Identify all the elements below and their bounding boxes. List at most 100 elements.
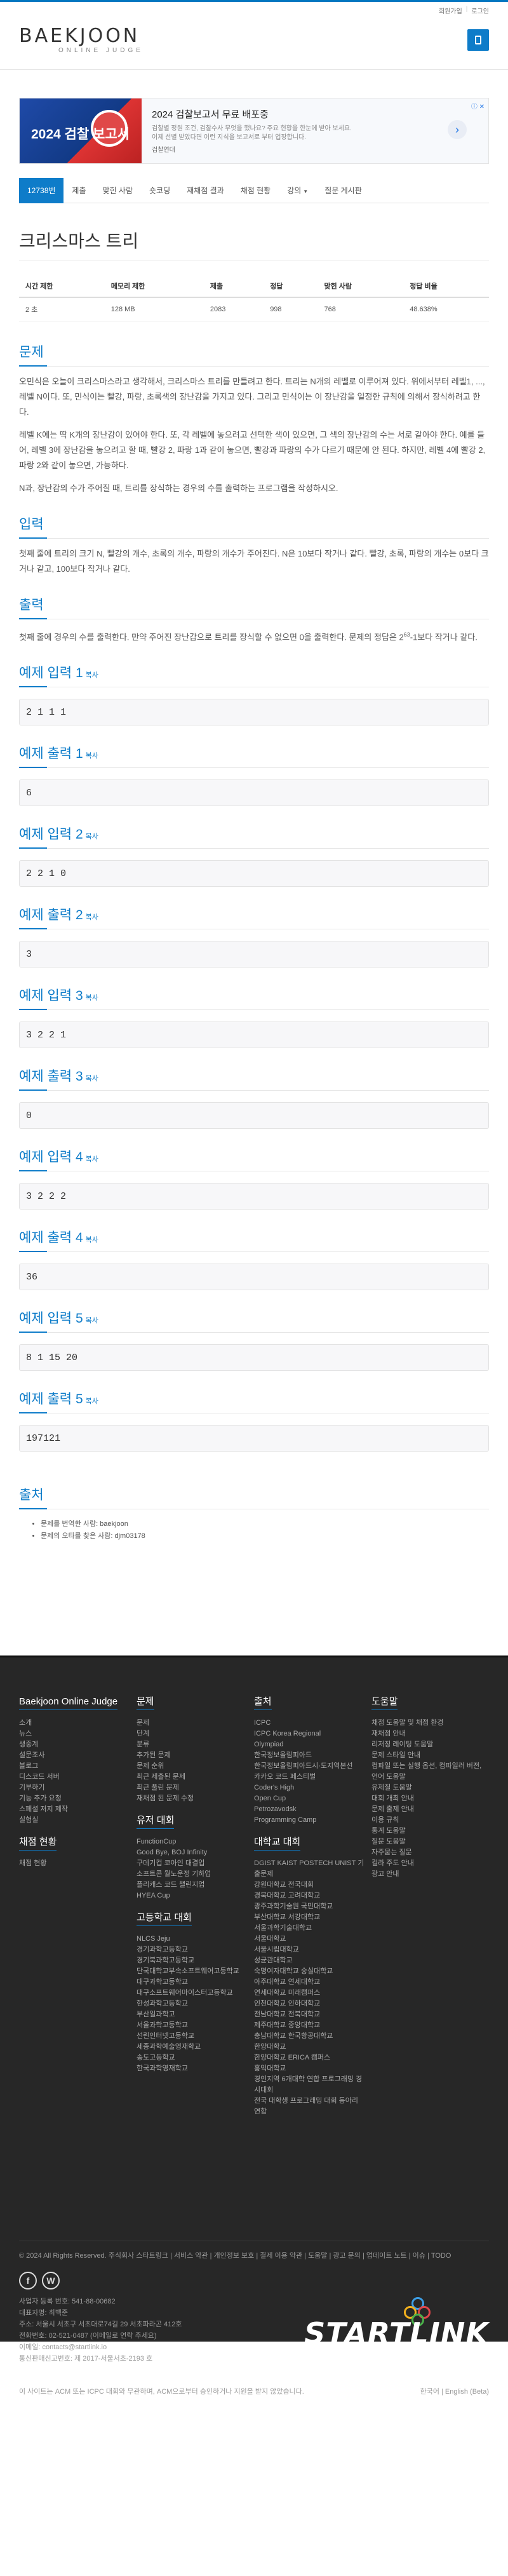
footer-link[interactable]: Coder's High [254,1783,365,1793]
footer-link[interactable]: 세종과학예술영재학교 [137,2042,248,2053]
ad-close-icon[interactable]: ⓘ ✕ [471,101,485,111]
example-output-code[interactable]: 3 [19,941,489,968]
tab-submit[interactable]: 제출 [64,178,94,203]
footer-link[interactable]: 아주대학교 연세대학교 [254,1977,365,1988]
copy-button[interactable]: 복사 [86,1156,98,1163]
footer-link[interactable]: 경북대학교 고려대학교 [254,1891,365,1901]
copy-button[interactable]: 복사 [86,914,98,921]
footer-link[interactable]: 자주묻는 질문 [371,1847,483,1858]
footer-link[interactable]: 서울시립대학교 [254,1945,365,1955]
advertisement-banner[interactable]: 2024 검찰 보고서 2024 검찰보고서 무료 배포중 검찰별 정원 조건,… [19,98,489,164]
copy-button[interactable]: 복사 [86,833,98,840]
tab-question-board[interactable]: 질문 게시판 [316,178,370,203]
footer-link[interactable]: ICPC Korea Regional [254,1729,365,1739]
footer-link[interactable]: 통계 도움말 [371,1826,483,1837]
tab-lecture[interactable]: 강의 ▼ [279,178,316,203]
footer-link[interactable]: 부산일과학고 [137,2009,248,2020]
footer-link[interactable]: 기능 추가 요청 [19,1793,130,1804]
footer-link[interactable]: 단계 [137,1729,248,1739]
tab-solvers[interactable]: 맞힌 사람 [95,178,142,203]
footer-link[interactable]: 성균관대학교 [254,1955,365,1966]
example-input-code[interactable]: 3 2 2 2 [19,1183,489,1210]
footer-link[interactable]: 재채점 된 문제 수정 [137,1793,248,1804]
footer-link[interactable]: 추가된 문제 [137,1750,248,1761]
footer-link[interactable]: 재채점 안내 [371,1729,483,1739]
footer-link[interactable]: 플리캐스 코드 챌린지업 [137,1880,248,1891]
footer-link[interactable]: 대구소프트웨어마이스터고등학교 [137,1988,248,1999]
footer-link[interactable]: 광고 안내 [371,1869,483,1880]
footer-link[interactable]: 채점 현황 [19,1858,130,1869]
tab-status[interactable]: 채점 현황 [232,178,279,203]
footer-link[interactable]: Open Cup [254,1793,365,1804]
footer-link[interactable]: ICPC [254,1718,365,1729]
footer-link[interactable]: 경기과학고등학교 [137,1945,248,1955]
copy-button[interactable]: 복사 [86,994,98,1002]
facebook-icon[interactable]: f [19,2272,37,2290]
footer-link[interactable]: 송도고등학교 [137,2053,248,2063]
footer-link[interactable]: 유제질 도움말 [371,1783,483,1793]
footer-link[interactable]: 최근 풀린 문제 [137,1783,248,1793]
example-output-code[interactable]: 6 [19,779,489,807]
footer-link[interactable]: 서울대학교 [254,1934,365,1945]
example-output-code[interactable]: 0 [19,1102,489,1130]
footer-link[interactable]: 스페셜 저지 제작 [19,1804,130,1815]
ad-arrow-icon[interactable]: › [448,120,467,139]
copy-button[interactable]: 복사 [86,1075,98,1082]
footer-link[interactable]: 리저징 레이팅 도움말 [371,1739,483,1750]
footer-link[interactable]: 한국정보올림피아드 [254,1750,365,1761]
language-switch[interactable]: 한국어 | English (Beta) [420,2386,489,2397]
footer-link[interactable]: 경인지역 6개대학 연합 프로그래밍 경시대회 [254,2074,365,2096]
footer-link[interactable]: 문제 순위 [137,1761,248,1772]
footer-link[interactable]: 채점 도움말 및 채점 환경 [371,1718,483,1729]
copy-button[interactable]: 복사 [86,1236,98,1244]
footer-link[interactable]: Olympiad [254,1739,365,1750]
site-logo[interactable]: BAEKJOON ONLINE JUDGE [19,26,144,55]
footer-link[interactable]: 문제 출제 안내 [371,1804,483,1815]
footer-link[interactable]: Good Bye, BOJ Infinity [137,1847,248,1858]
footer-link[interactable]: 강원대학교 전국대회 [254,1880,365,1891]
example-output-code[interactable]: 36 [19,1264,489,1291]
footer-link[interactable]: 전국 대학생 프로그래밍 대회 동아리 연합 [254,2096,365,2117]
copy-button[interactable]: 복사 [86,752,98,760]
example-input-code[interactable]: 2 2 1 0 [19,860,489,887]
footer-link[interactable]: 디스코드 서버 [19,1772,130,1783]
footer-link[interactable]: Petrozavodsk [254,1804,365,1815]
footer-link[interactable]: 단국대학교부속소프트웨어고등학교 [137,1966,248,1977]
footer-link[interactable]: 숙명여자대학교 숭실대학교 [254,1966,365,1977]
footer-link[interactable]: 선린인터넷고등학교 [137,2031,248,2042]
footer-link[interactable]: 블로그 [19,1761,130,1772]
footer-link[interactable]: 전남대학교 전북대학교 [254,2009,365,2020]
footer-link[interactable]: 소개 [19,1718,130,1729]
copy-button[interactable]: 복사 [86,1317,98,1325]
example-input-code[interactable]: 3 2 2 1 [19,1022,489,1049]
footer-link[interactable]: 최근 제출된 문제 [137,1772,248,1783]
copy-button[interactable]: 복사 [86,1398,98,1405]
footer-link[interactable]: 기부하기 [19,1783,130,1793]
footer-link[interactable]: 이용 규칙 [371,1815,483,1826]
footer-link[interactable]: 카카오 코드 페스티벌 [254,1772,365,1783]
footer-link[interactable]: 서울과학고등학교 [137,2020,248,2031]
footer-link[interactable]: 한양대학교 [254,2042,365,2053]
startlink-logo[interactable]: STARTLINK [304,2319,489,2348]
footer-link[interactable]: 대회 개최 안내 [371,1793,483,1804]
footer-link[interactable]: HYEA Cup [137,1891,248,1901]
footer-link[interactable]: 한성과학고등학교 [137,1999,248,2009]
footer-link[interactable]: NLCS Jeju [137,1934,248,1945]
footer-link[interactable]: 대구과학고등학교 [137,1977,248,1988]
source-item[interactable]: 문제를 번역한 사람: baekjoon [41,1518,489,1530]
footer-link[interactable]: 문제 스타일 안내 [371,1750,483,1761]
footer-link[interactable]: 문제 [137,1718,248,1729]
footer-link[interactable]: 한양대학교 ERICA 캠퍼스 [254,2053,365,2063]
footer-link[interactable]: 소프트콘 월노운정 기하업 [137,1869,248,1880]
tab-rejudge-result[interactable]: 재채점 결과 [178,178,232,203]
footer-link[interactable]: 경기북과학고등학교 [137,1955,248,1966]
footer-link[interactable]: 컴파일 또는 실행 옵션, 컴파일러 버전, 언어 도움말 [371,1761,483,1783]
tab-problem-number[interactable]: 12738번 [19,177,64,203]
footer-link[interactable]: 인천대학교 인하대학교 [254,1999,365,2009]
footer-link[interactable]: 질문 도움말 [371,1837,483,1847]
example-output-code[interactable]: 197121 [19,1425,489,1452]
footer-link[interactable]: 한국정보올림피아드시·도지역본선 [254,1761,365,1772]
copy-button[interactable]: 복사 [86,671,98,679]
footer-link[interactable]: 광주과학기술원 국민대학교 [254,1901,365,1912]
example-input-code[interactable]: 2 1 1 1 [19,699,489,726]
